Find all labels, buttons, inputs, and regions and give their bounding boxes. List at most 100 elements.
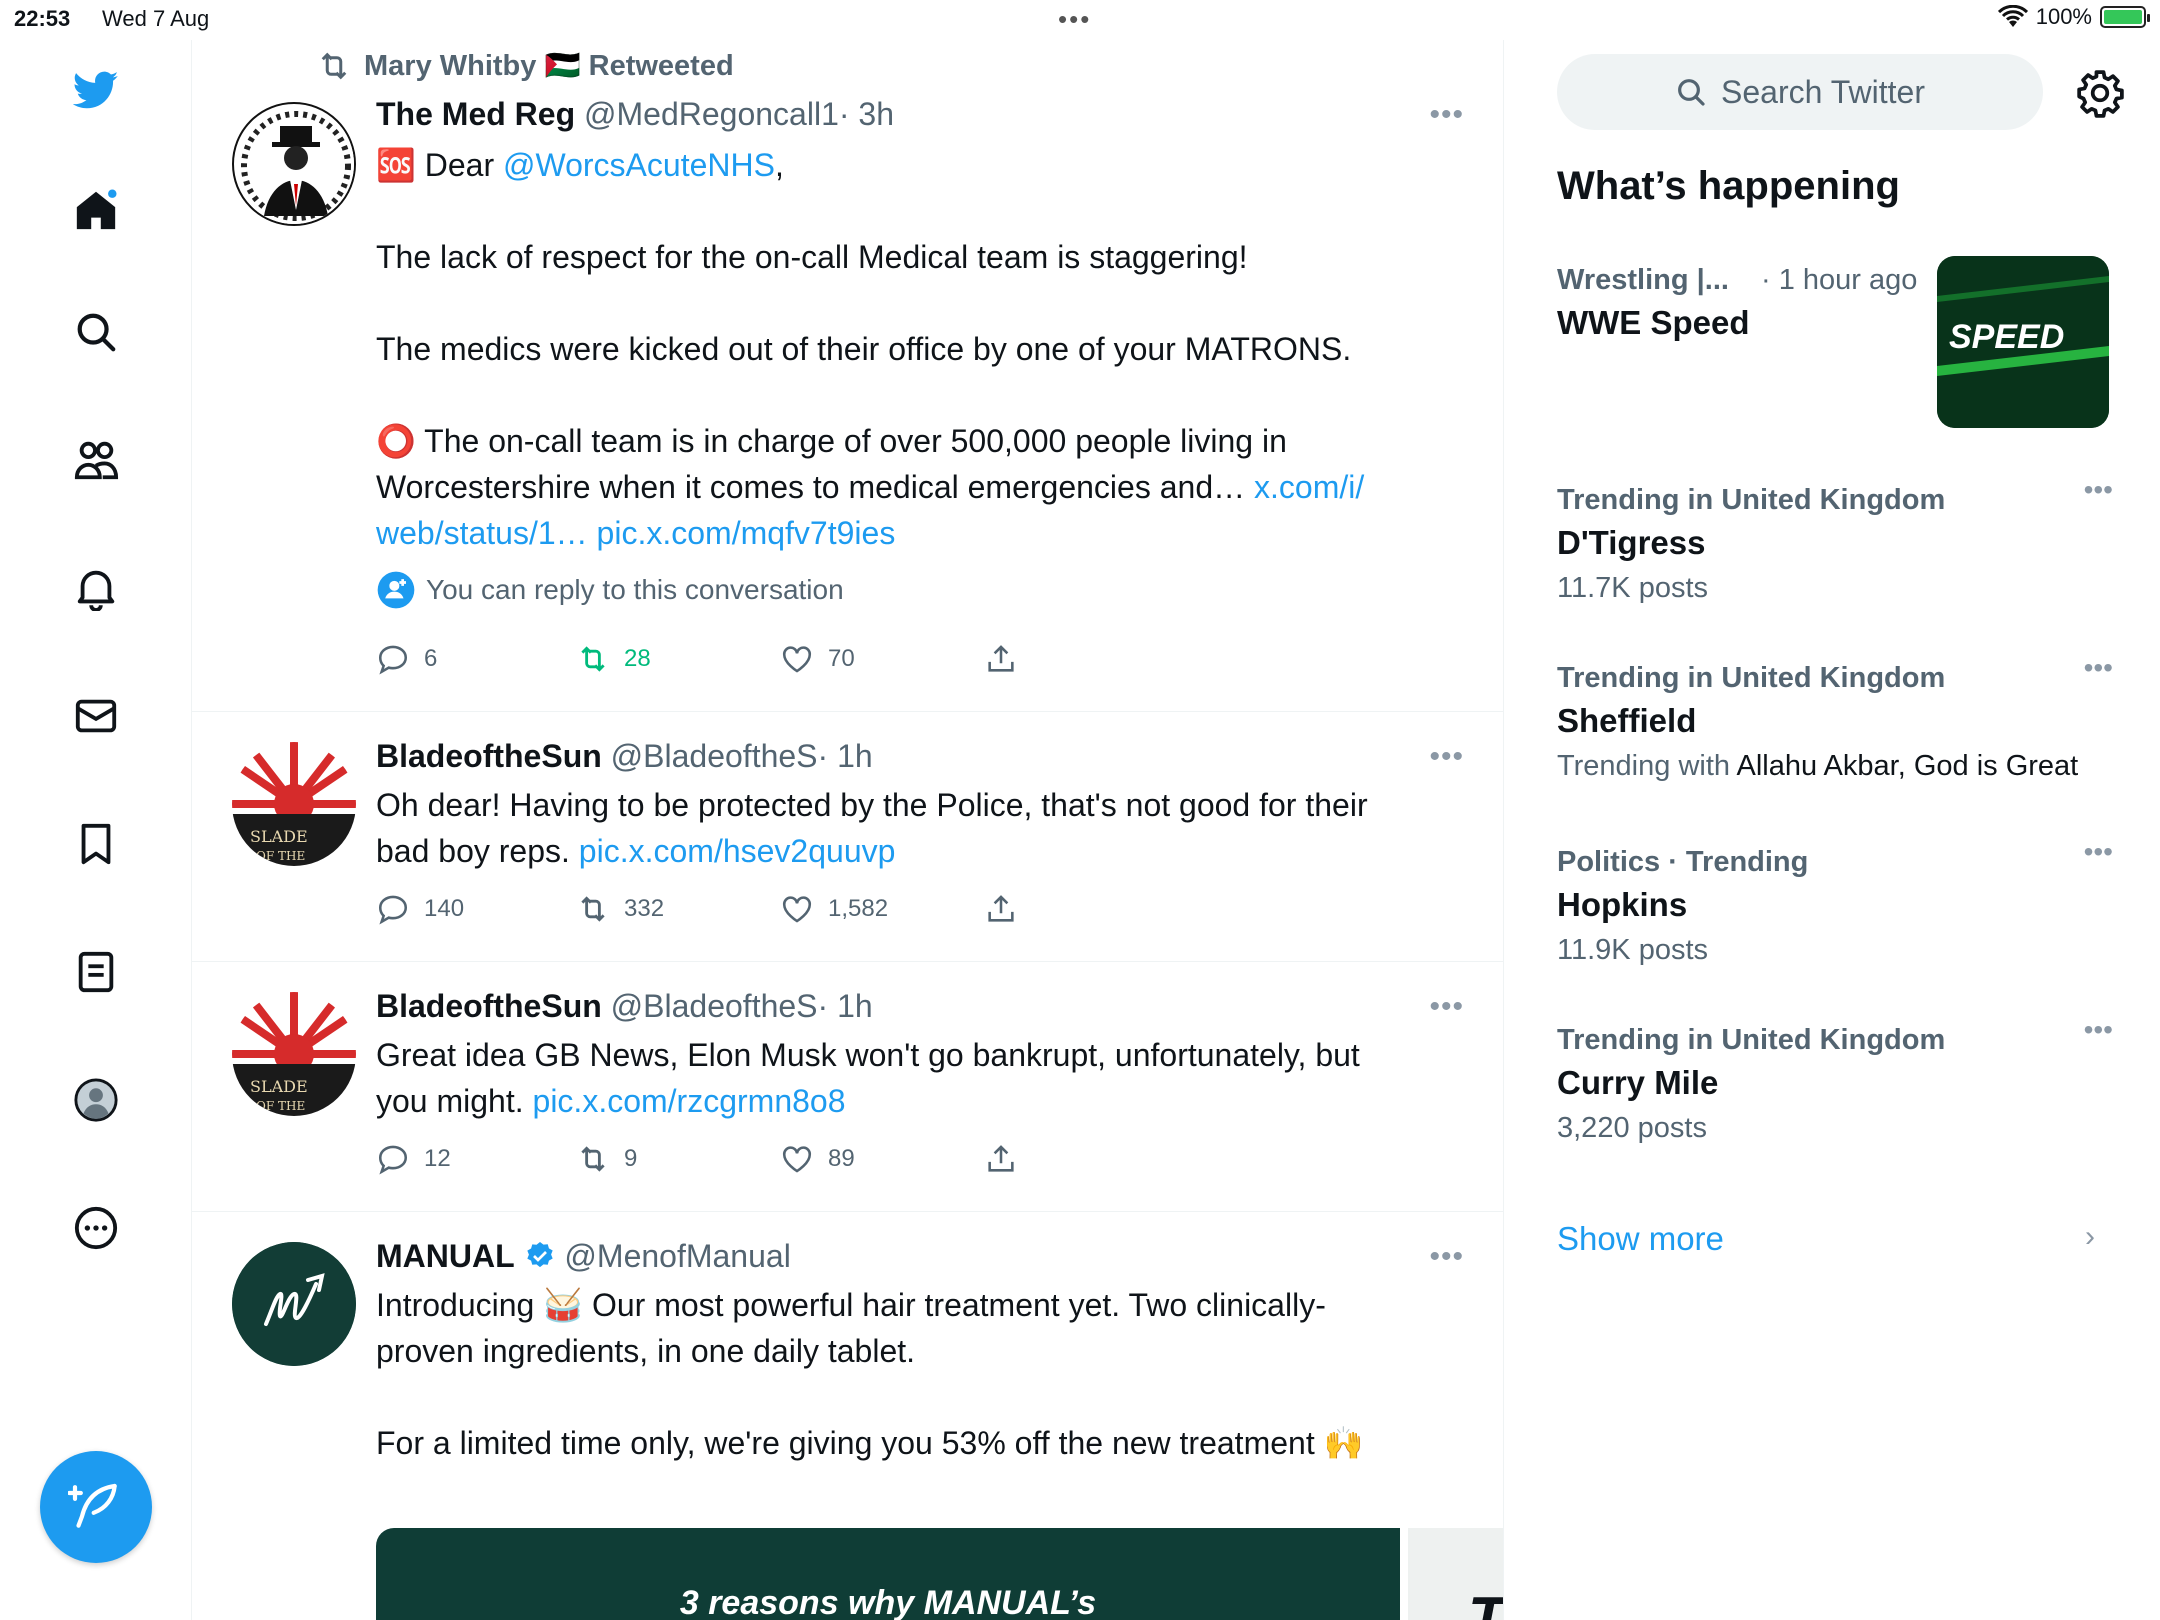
author-handle[interactable]: @MedRegoncall1: [584, 96, 839, 132]
more-options-icon[interactable]: [66, 1198, 126, 1258]
timeline[interactable]: Mary Whitby 🇵🇸 Retweeted The Med Reg @Me…: [192, 40, 1504, 1620]
status-link-cont[interactable]: web/status/1…: [376, 515, 588, 551]
trend-item[interactable]: Trending in United Kingdom ••• Sheffield…: [1557, 652, 2113, 788]
trend-more-icon[interactable]: •••: [2084, 836, 2113, 868]
left-navigation: [0, 40, 192, 1620]
tweet-actions: 140 332 1,582: [376, 892, 1076, 932]
search-icon: [1678, 79, 1705, 106]
promo-card-next[interactable]: T: [1408, 1528, 1504, 1620]
show-more-link[interactable]: Show more: [1557, 1220, 1724, 1258]
tweet-manual[interactable]: MANUAL @MenofManual ••• Introducing 🥁 Ou…: [192, 1212, 1504, 1620]
text-paragraph: The lack of respect for the on-call Medi…: [376, 239, 1248, 275]
avatar-bladeofthesun[interactable]: SLADE OF THE: [232, 992, 356, 1116]
retweet-count: 9: [624, 1145, 638, 1172]
lists-icon[interactable]: [66, 942, 126, 1002]
share-button[interactable]: [984, 1142, 1018, 1176]
reply-notice-text: You can reply to this conversation: [426, 574, 844, 605]
author-handle[interactable]: @MenofManual: [564, 1238, 790, 1274]
promo-card-image[interactable]: 3 reasons why MANUAL’s: [376, 1528, 1400, 1620]
text-line: Introducing 🥁 Our most powerful hair tre…: [376, 1287, 1326, 1323]
chevron-right-icon[interactable]: ›: [2085, 1220, 2095, 1254]
bookmarks-icon[interactable]: [66, 814, 126, 874]
retweet-button[interactable]: 332: [576, 892, 664, 926]
trend-item[interactable]: Wrestling |... · 1 hour ago WWE Speed SP…: [1557, 256, 2113, 428]
multitasking-dots-icon[interactable]: •••: [1058, 4, 1091, 35]
like-button[interactable]: 70: [780, 642, 855, 676]
share-button[interactable]: [984, 642, 1018, 676]
messages-mail-icon[interactable]: [66, 686, 126, 746]
reply-button[interactable]: 6: [376, 642, 437, 676]
retweet-button[interactable]: 9: [576, 1142, 637, 1176]
retweet-icon: [581, 646, 605, 672]
share-button[interactable]: [984, 892, 1018, 926]
reply-notice: You can reply to this conversation: [376, 570, 1464, 610]
author-name[interactable]: The Med Reg: [376, 96, 575, 132]
trend-more-icon[interactable]: •••: [2084, 474, 2113, 506]
tweet-time[interactable]: · 1h: [818, 738, 873, 774]
trend-category: Politics · Trending: [1557, 846, 1809, 878]
pic-link[interactable]: pic.x.com/rzcgrmn8o8: [533, 1083, 846, 1119]
tweet-blade-2[interactable]: SLADE OF THE BladeoftheSun @BladeoftheS·…: [192, 962, 1503, 1212]
tweet-more-icon[interactable]: •••: [1429, 1240, 1464, 1274]
text-line: proven ingredients, in one daily tablet.: [376, 1333, 916, 1369]
tweet-blade-1[interactable]: SLADE OF THE BladeoftheSun @BladeoftheS·…: [192, 712, 1503, 962]
avatar-manual[interactable]: [232, 1242, 356, 1366]
retweeted-by-label: Mary Whitby 🇵🇸 Retweeted: [364, 50, 734, 82]
tweet-header: BladeoftheSun @BladeoftheS· 1h: [376, 736, 873, 776]
trend-item[interactable]: Politics · Trending ••• Hopkins 11.9K po…: [1557, 836, 2113, 972]
reply-button[interactable]: 12: [376, 1142, 451, 1176]
author-name[interactable]: BladeoftheSun: [376, 988, 602, 1024]
trend-title: D'Tigress: [1557, 524, 1706, 561]
status-link[interactable]: x.com/i/: [1254, 469, 1364, 505]
mention-link[interactable]: @WorcsAcuteNHS: [503, 147, 775, 183]
tweet-med-reg[interactable]: Mary Whitby 🇵🇸 Retweeted The Med Reg @Me…: [192, 40, 1503, 712]
avatar-bladeofthesun[interactable]: SLADE OF THE: [232, 742, 356, 866]
like-button[interactable]: 89: [780, 1142, 855, 1176]
profile-avatar-icon[interactable]: [66, 1070, 126, 1130]
pic-link[interactable]: pic.x.com/mqfv7t9ies: [597, 515, 896, 551]
svg-text:OF THE: OF THE: [256, 1099, 305, 1113]
trending-with-values[interactable]: Allahu Akbar, God is Great: [1736, 750, 2078, 782]
tweet-text: Introducing 🥁 Our most powerful hair tre…: [376, 1282, 1464, 1466]
tweet-more-icon[interactable]: •••: [1429, 740, 1464, 774]
notifications-bell-icon[interactable]: [66, 558, 126, 618]
share-icon: [988, 895, 1014, 922]
promo-card-next-text: T: [1468, 1585, 1504, 1620]
twitter-logo-icon[interactable]: [66, 60, 126, 120]
author-name[interactable]: BladeoftheSun: [376, 738, 602, 774]
right-sidebar: Search Twitter What’s happening Wrestlin…: [1505, 40, 2160, 1620]
share-icon: [988, 645, 1014, 672]
trend-more-icon[interactable]: •••: [2084, 652, 2113, 684]
tweet-time[interactable]: · 3h: [839, 96, 894, 132]
search-nav-icon[interactable]: [66, 302, 126, 362]
home-icon[interactable]: [66, 180, 126, 240]
svg-text:SLADE: SLADE: [250, 1077, 308, 1096]
tweet-more-icon[interactable]: •••: [1429, 990, 1464, 1024]
author-handle[interactable]: @BladeoftheS: [611, 738, 818, 774]
retweet-button[interactable]: 28: [576, 642, 651, 676]
trend-thumbnail: SPEED: [1937, 256, 2109, 428]
trend-item[interactable]: Trending in United Kingdom ••• D'Tigress…: [1557, 474, 2113, 610]
avatar-med-reg[interactable]: [232, 102, 356, 226]
like-button[interactable]: 1,582: [780, 892, 888, 926]
trend-item[interactable]: Trending in United Kingdom ••• Curry Mil…: [1557, 1014, 2113, 1150]
tweet-actions: 12 9 89: [376, 1142, 1076, 1182]
compose-tweet-button[interactable]: [40, 1451, 152, 1563]
communities-icon[interactable]: [66, 430, 126, 490]
author-handle[interactable]: @BladeoftheS: [611, 988, 818, 1024]
tweet-header: BladeoftheSun @BladeoftheS· 1h: [376, 986, 873, 1026]
author-name[interactable]: MANUAL: [376, 1238, 515, 1274]
trend-more-icon[interactable]: •••: [2084, 1014, 2113, 1046]
retweet-small-icon: [321, 52, 347, 80]
settings-gear-icon[interactable]: [2075, 68, 2125, 118]
text-segment: Worcestershire when it comes to medical …: [376, 469, 1254, 505]
trend-category: Trending in United Kingdom: [1557, 484, 1946, 516]
pic-link[interactable]: pic.x.com/hsev2quuvp: [579, 833, 896, 869]
reply-audience-icon: [377, 571, 415, 609]
search-input[interactable]: Search Twitter: [1557, 54, 2043, 130]
text-segment: 🆘 Dear: [376, 147, 503, 183]
tweet-time[interactable]: · 1h: [818, 988, 873, 1024]
reply-button[interactable]: 140: [376, 892, 464, 926]
tweet-more-icon[interactable]: •••: [1429, 98, 1464, 132]
tweet-actions: 6 28 70: [376, 642, 1076, 682]
